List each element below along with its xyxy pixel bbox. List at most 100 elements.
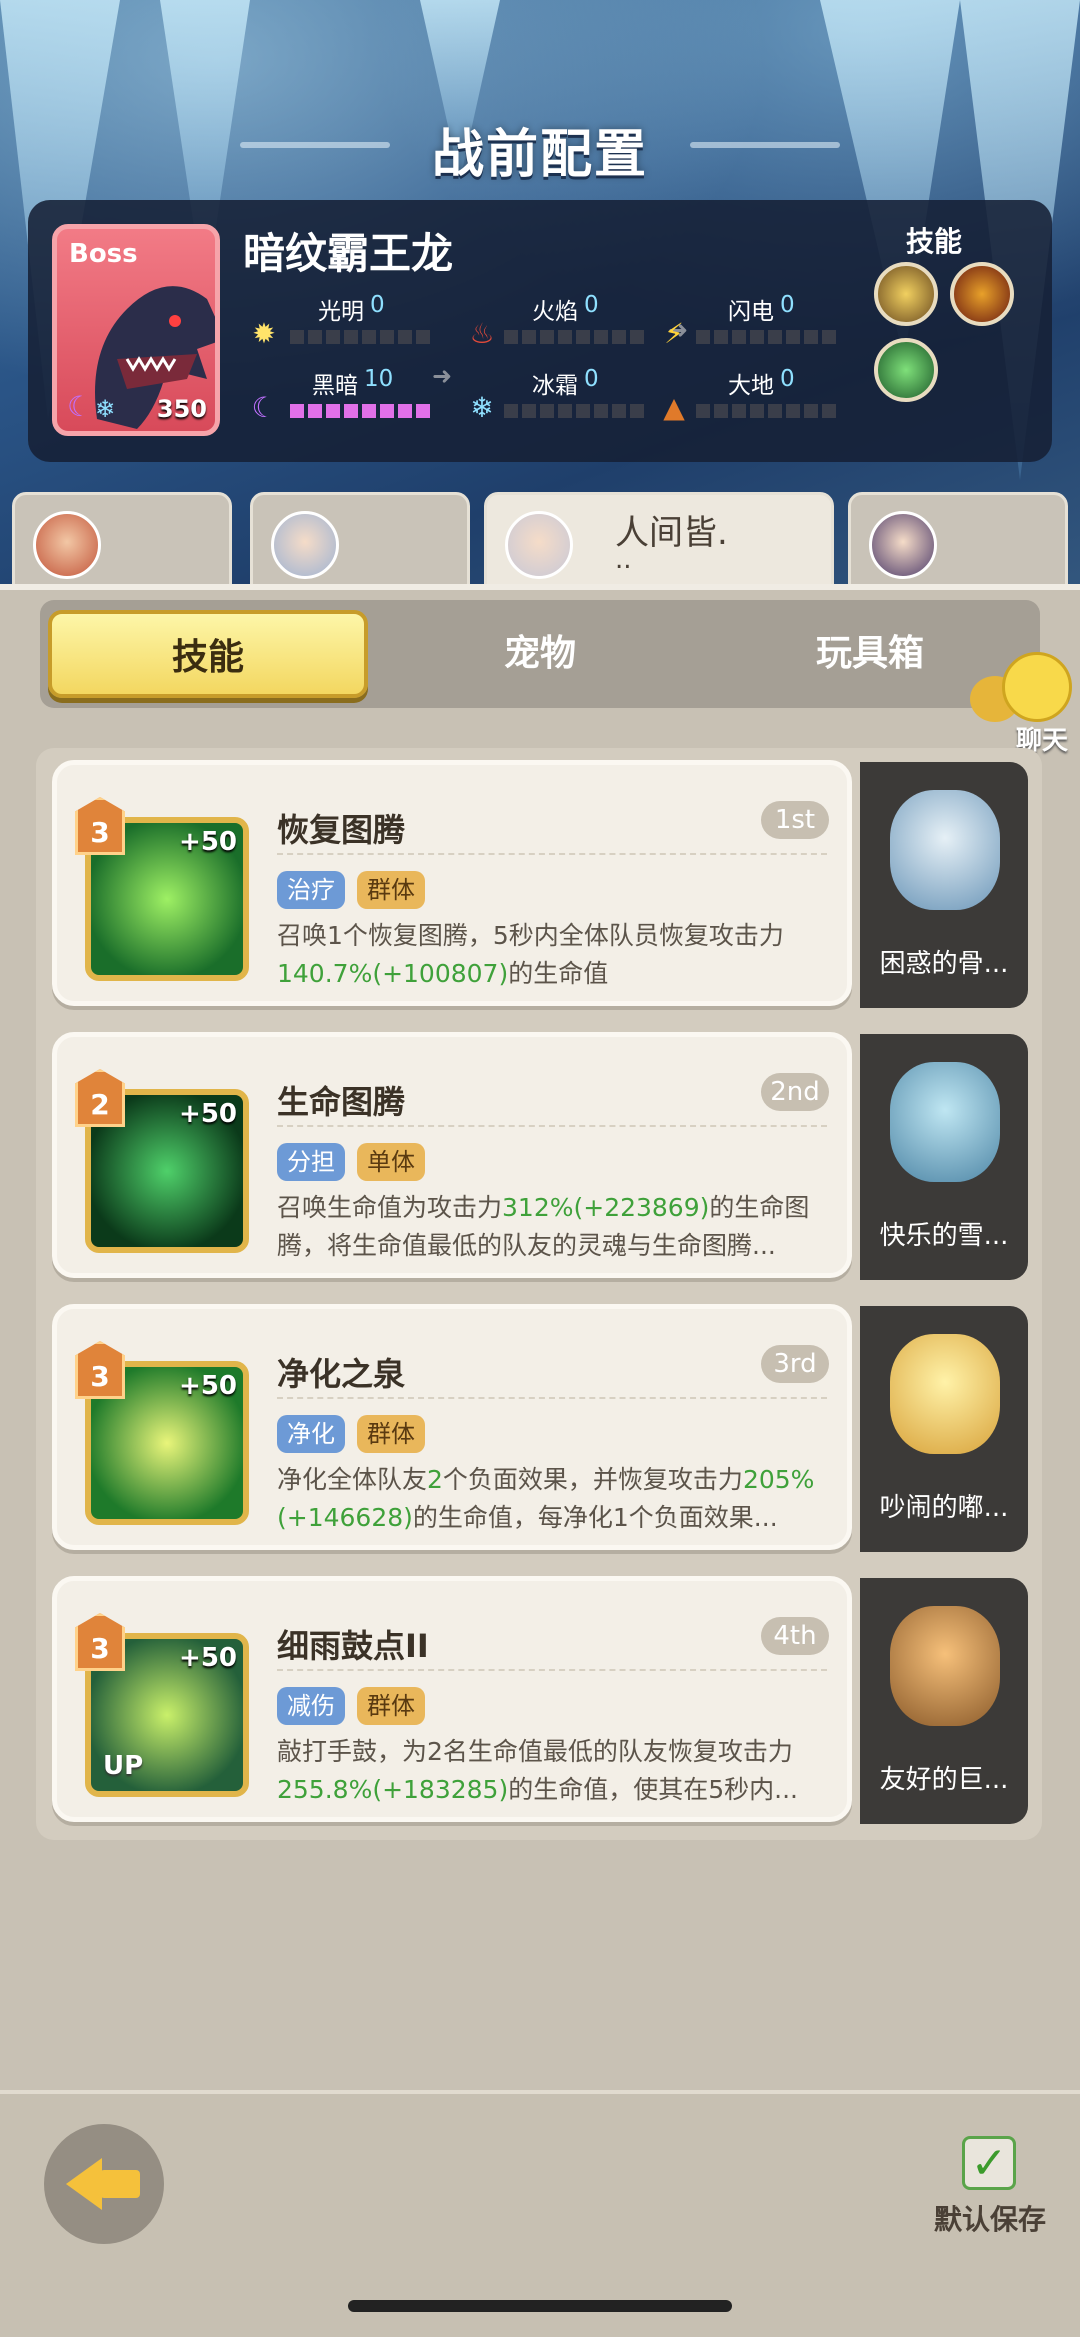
skill-description: 召唤1个恢复图腾，5秒内全体队员恢复攻击力140.7%(+100807)的生命值 — [277, 921, 784, 988]
element-light-label: 光明 — [318, 299, 364, 325]
skill-rank: 3rd — [761, 1345, 829, 1383]
hero-tab-4[interactable] — [848, 492, 1068, 592]
element-earth-value: 0 — [780, 366, 795, 392]
divider — [277, 1125, 827, 1127]
chat-face-icon — [1002, 652, 1072, 722]
skill-tag: 治疗 — [277, 871, 345, 909]
skill-bonus: +50 — [179, 1099, 237, 1129]
skill-name: 恢复图腾 — [277, 811, 406, 849]
element-light-value: 0 — [370, 292, 385, 318]
element-fire-label: 火焰 — [532, 299, 578, 325]
divider — [277, 1397, 827, 1399]
hero-tab-1[interactable] — [12, 492, 232, 592]
boss-skill-icon[interactable] — [950, 262, 1014, 326]
element-earth-label: 大地 — [728, 373, 774, 399]
divider — [277, 853, 827, 855]
boss-skill-icon[interactable] — [874, 262, 938, 326]
pet-slot[interactable]: 友好的巨... — [860, 1578, 1028, 1824]
skill-card[interactable]: +50 UP 3 细雨鼓点II 4th 减伤 群体 敲打手鼓，为2名生命值最低的… — [52, 1576, 852, 1822]
skill-name: 细雨鼓点II — [277, 1627, 429, 1665]
pet-slot[interactable]: 快乐的雪... — [860, 1034, 1028, 1280]
element-dark-value: 10 — [364, 366, 394, 392]
element-dark-label: 黑暗 — [312, 373, 358, 399]
boss-skills-label: 技能 — [906, 225, 963, 258]
divider — [277, 1669, 827, 1671]
element-frost-label: 冰霜 — [532, 373, 578, 399]
element-frost-bar — [504, 404, 644, 418]
element-earth-bar — [696, 404, 836, 418]
snowflake-icon: ❄ — [470, 391, 494, 424]
pet-icon — [890, 790, 1000, 910]
skill-tag: 减伤 — [277, 1687, 345, 1725]
skill-level-badge: 3 — [75, 1341, 125, 1399]
default-save-label: 默认保存 — [934, 2203, 1047, 2236]
back-button[interactable] — [44, 2124, 164, 2244]
hero-name-overflow: .. — [615, 545, 632, 575]
element-lightning-value: 0 — [780, 292, 795, 318]
skill-rank: 1st — [761, 801, 829, 839]
hero-avatar — [271, 511, 339, 579]
category-tabbar: 技能 宠物 玩具箱 — [40, 600, 1040, 708]
skill-rank: 4th — [761, 1617, 829, 1655]
element-fire-value: 0 — [584, 292, 599, 318]
default-save-checkbox[interactable]: ✓ — [962, 2136, 1016, 2190]
hero-avatar — [505, 511, 573, 579]
skill-tag: 群体 — [357, 1415, 425, 1453]
skill-tag: 群体 — [357, 1687, 425, 1725]
tab-skills[interactable]: 技能 — [48, 610, 368, 698]
element-lightning-label: 闪电 — [728, 299, 774, 325]
pet-name: 友好的巨... — [879, 1765, 1009, 1795]
pet-icon — [890, 1334, 1000, 1454]
pet-icon — [890, 1062, 1000, 1182]
skill-card[interactable]: +50 3 恢复图腾 1st 治疗 群体 召唤1个恢复图腾，5秒内全体队员恢复攻… — [52, 760, 852, 1006]
element-frost-value: 0 — [584, 366, 599, 392]
boss-tag: Boss — [69, 239, 138, 269]
skill-rank: 2nd — [761, 1073, 829, 1111]
moon-icon: ☾ — [251, 391, 277, 424]
hero-avatar — [33, 511, 101, 579]
skill-tag: 分担 — [277, 1143, 345, 1181]
element-dark-bar — [290, 404, 430, 418]
skill-bonus: +50 — [179, 1643, 237, 1673]
pet-name: 快乐的雪... — [879, 1221, 1009, 1251]
page-title: 战前配置 — [431, 125, 648, 185]
element-fire-bar — [504, 330, 644, 344]
skill-card[interactable]: +50 3 净化之泉 3rd 净化 群体 净化全体队友2个负面效果，并恢复攻击力… — [52, 1304, 852, 1550]
skill-description: 净化全体队友2个负面效果，并恢复攻击力205%(+146628)的生命值，每净化… — [277, 1465, 815, 1532]
skill-level-badge: 3 — [75, 1613, 125, 1671]
moon-icon: ☾ — [67, 390, 93, 423]
pet-icon — [890, 1606, 1000, 1726]
boss-skill-icon[interactable] — [874, 338, 938, 402]
back-arrow-tail — [100, 2170, 140, 2198]
element-lightning-bar — [696, 330, 836, 344]
hero-name: 人间皆. — [615, 513, 728, 553]
hero-avatar — [869, 511, 937, 579]
back-arrow-icon — [66, 2158, 102, 2210]
hero-tab-3[interactable]: 人间皆. .. — [484, 492, 834, 592]
skill-tag: 净化 — [277, 1415, 345, 1453]
skill-name: 净化之泉 — [277, 1355, 406, 1393]
lightning-icon: ⚡ — [664, 317, 684, 350]
pet-slot[interactable]: 吵闹的嘟... — [860, 1306, 1028, 1552]
skill-tag: 单体 — [357, 1143, 425, 1181]
skill-level-badge: 2 — [75, 1069, 125, 1127]
skill-description: 召唤生命值为攻击力312%(+223869)的生命图腾，将生命值最低的队友的灵魂… — [277, 1193, 810, 1260]
chat-button[interactable]: 聊天 — [970, 652, 1080, 762]
boss-portrait[interactable]: Boss 350 ☾ ❄ — [52, 224, 220, 436]
pet-slot[interactable]: 困惑的骨... — [860, 762, 1028, 1008]
boss-name: 暗纹霸王龙 — [243, 229, 454, 278]
hero-tab-2[interactable] — [250, 492, 470, 592]
boss-level: 350 — [156, 395, 207, 423]
pet-name: 困惑的骨... — [879, 949, 1009, 979]
tab-pets[interactable]: 宠物 — [380, 610, 700, 698]
skill-bonus: +50 — [179, 1371, 237, 1401]
skill-level-badge: 3 — [75, 797, 125, 855]
flame-icon: ♨ — [469, 317, 495, 350]
sun-icon: ✹ — [252, 317, 276, 350]
upgrade-label: UP — [103, 1751, 144, 1781]
skill-card[interactable]: +50 2 生命图腾 2nd 分担 单体 召唤生命值为攻击力312%(+2238… — [52, 1032, 852, 1278]
skill-tag: 群体 — [357, 871, 425, 909]
skill-name: 生命图腾 — [277, 1083, 406, 1121]
skill-bonus: +50 — [179, 827, 237, 857]
pet-name: 吵闹的嘟... — [879, 1493, 1009, 1523]
